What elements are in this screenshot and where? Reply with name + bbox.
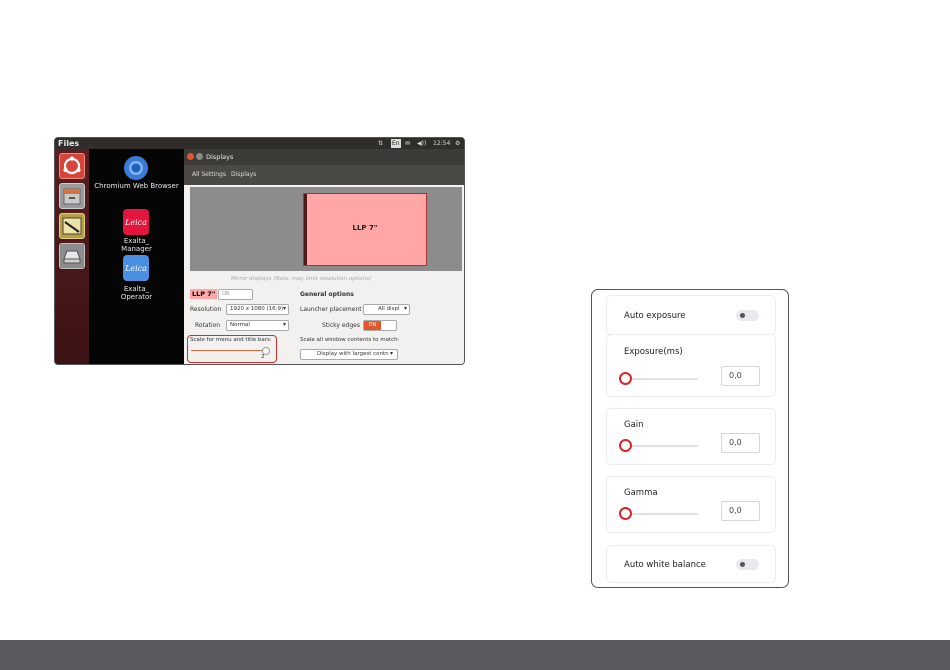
gamma-value-input[interactable]: 0,0 (721, 501, 760, 521)
files-app-icon[interactable] (59, 183, 85, 209)
network-icon[interactable]: ⇅ (378, 139, 383, 148)
desktop-label-chromium: Chromium Web Browser (94, 182, 179, 190)
ubuntu-top-bar: Files ⇅ En ✉ ◀)) 12:54 ⚙ (55, 138, 464, 149)
resolution-select[interactable]: 1920 x 1080 (16:9) (226, 304, 289, 315)
display-name: LLP 7" (190, 289, 218, 299)
window-title: Displays (206, 153, 234, 161)
exposure-slider-handle[interactable] (619, 372, 632, 385)
mirror-displays-checkbox[interactable]: Mirror displays (Note: may limit resolut… (231, 275, 371, 283)
volume-icon[interactable]: ◀)) (417, 139, 426, 148)
scale-value: 2 (261, 354, 265, 360)
auto-white-balance-row: Auto white balance (606, 545, 776, 583)
auto-exposure-row: Auto exposure (606, 295, 776, 335)
text-editor-icon[interactable] (59, 213, 85, 239)
clock[interactable]: 12:54 (433, 139, 450, 148)
gain-slider-handle[interactable] (619, 439, 632, 452)
exposure-slider-track[interactable] (627, 378, 698, 380)
leica-logo-icon[interactable]: Leica (123, 255, 149, 281)
chevron-down-icon: ▾ (404, 305, 408, 312)
camera-settings-panel: Auto exposure Exposure(ms) 0,0 Gain 0,0 … (591, 289, 789, 588)
auto-exposure-label: Auto exposure (624, 311, 686, 321)
gain-value-input[interactable]: 0,0 (721, 433, 760, 453)
scale-label: Scale for menu and title bars: (190, 337, 272, 343)
launcher (55, 149, 89, 364)
chevron-down-icon: ▾ (283, 321, 287, 328)
display-on-toggle[interactable]: ON (218, 289, 253, 300)
gamma-label: Gamma (624, 488, 658, 498)
auto-white-balance-toggle[interactable] (736, 559, 759, 570)
sticky-edges-toggle[interactable]: ON (363, 320, 397, 331)
exposure-card: Exposure(ms) 0,0 (606, 334, 776, 397)
drive-icon[interactable] (59, 243, 85, 269)
close-icon[interactable] (187, 153, 194, 160)
scale-all-label: Scale all window contents to match: (300, 337, 400, 343)
exposure-value-input[interactable]: 0,0 (721, 366, 760, 386)
minimize-icon[interactable] (196, 153, 203, 160)
window-titlebar: Displays (184, 149, 464, 165)
general-options-title: General options (300, 291, 354, 298)
displays-content: LLP 7" Mirror displays (Note: may limit … (184, 185, 464, 364)
ubuntu-screenshot: Files ⇅ En ✉ ◀)) 12:54 ⚙ Chromium Web Br… (54, 137, 465, 365)
scale-all-select[interactable]: Display with largest contn (300, 349, 398, 360)
svg-text:Leica: Leica (124, 218, 147, 227)
resolution-label: Resolution (190, 306, 222, 313)
displays-window: Displays All Settings Displays LLP 7" Mi… (184, 149, 464, 364)
svg-text:Leica: Leica (124, 264, 147, 273)
auto-white-balance-label: Auto white balance (624, 560, 706, 570)
desktop-label-operator: Exalta_ Operator (120, 285, 153, 301)
auto-exposure-toggle[interactable] (736, 310, 759, 321)
sticky-edges-on: ON (364, 321, 381, 330)
gamma-card: Gamma 0,0 (606, 476, 776, 533)
mail-icon[interactable]: ✉ (405, 139, 410, 148)
gain-card: Gain 0,0 (606, 408, 776, 465)
dash-home-icon[interactable] (59, 153, 85, 179)
all-settings-button[interactable]: All Settings (192, 171, 226, 178)
keyboard-layout-icon[interactable]: En (391, 139, 401, 148)
chevron-down-icon: ▾ (283, 305, 287, 312)
settings-nav: All Settings Displays (184, 165, 464, 185)
gamma-slider-handle[interactable] (619, 507, 632, 520)
leica-logo-icon[interactable]: Leica (123, 209, 149, 235)
footer-bar (0, 640, 950, 670)
gain-slider-track[interactable] (627, 445, 698, 447)
power-gear-icon[interactable]: ⚙ (455, 139, 460, 148)
chevron-down-icon: ▾ (390, 350, 394, 357)
launcher-placement-select[interactable]: All displ (363, 304, 410, 315)
rotation-label: Rotation (195, 322, 221, 329)
sticky-edges-label: Sticky edges (322, 322, 360, 329)
gain-label: Gain (624, 420, 644, 430)
displays-nav-button[interactable]: Displays (231, 171, 256, 178)
desktop-label-manager: Exalta_ Manager (121, 237, 152, 253)
monitor-preview[interactable]: LLP 7" (303, 193, 427, 266)
scale-slider-track[interactable] (191, 350, 267, 351)
desktop: Chromium Web Browser Leica Exalta_ Manag… (89, 149, 184, 364)
gamma-slider-track[interactable] (627, 513, 698, 515)
display-preview: LLP 7" (190, 187, 462, 271)
launcher-placement-label: Launcher placement (300, 306, 362, 313)
topbar-title: Files (58, 139, 80, 148)
rotation-select[interactable]: Normal (226, 320, 289, 331)
monitor-label: LLP 7" (352, 224, 378, 232)
chromium-icon[interactable] (123, 155, 149, 181)
exposure-label: Exposure(ms) (624, 347, 683, 357)
